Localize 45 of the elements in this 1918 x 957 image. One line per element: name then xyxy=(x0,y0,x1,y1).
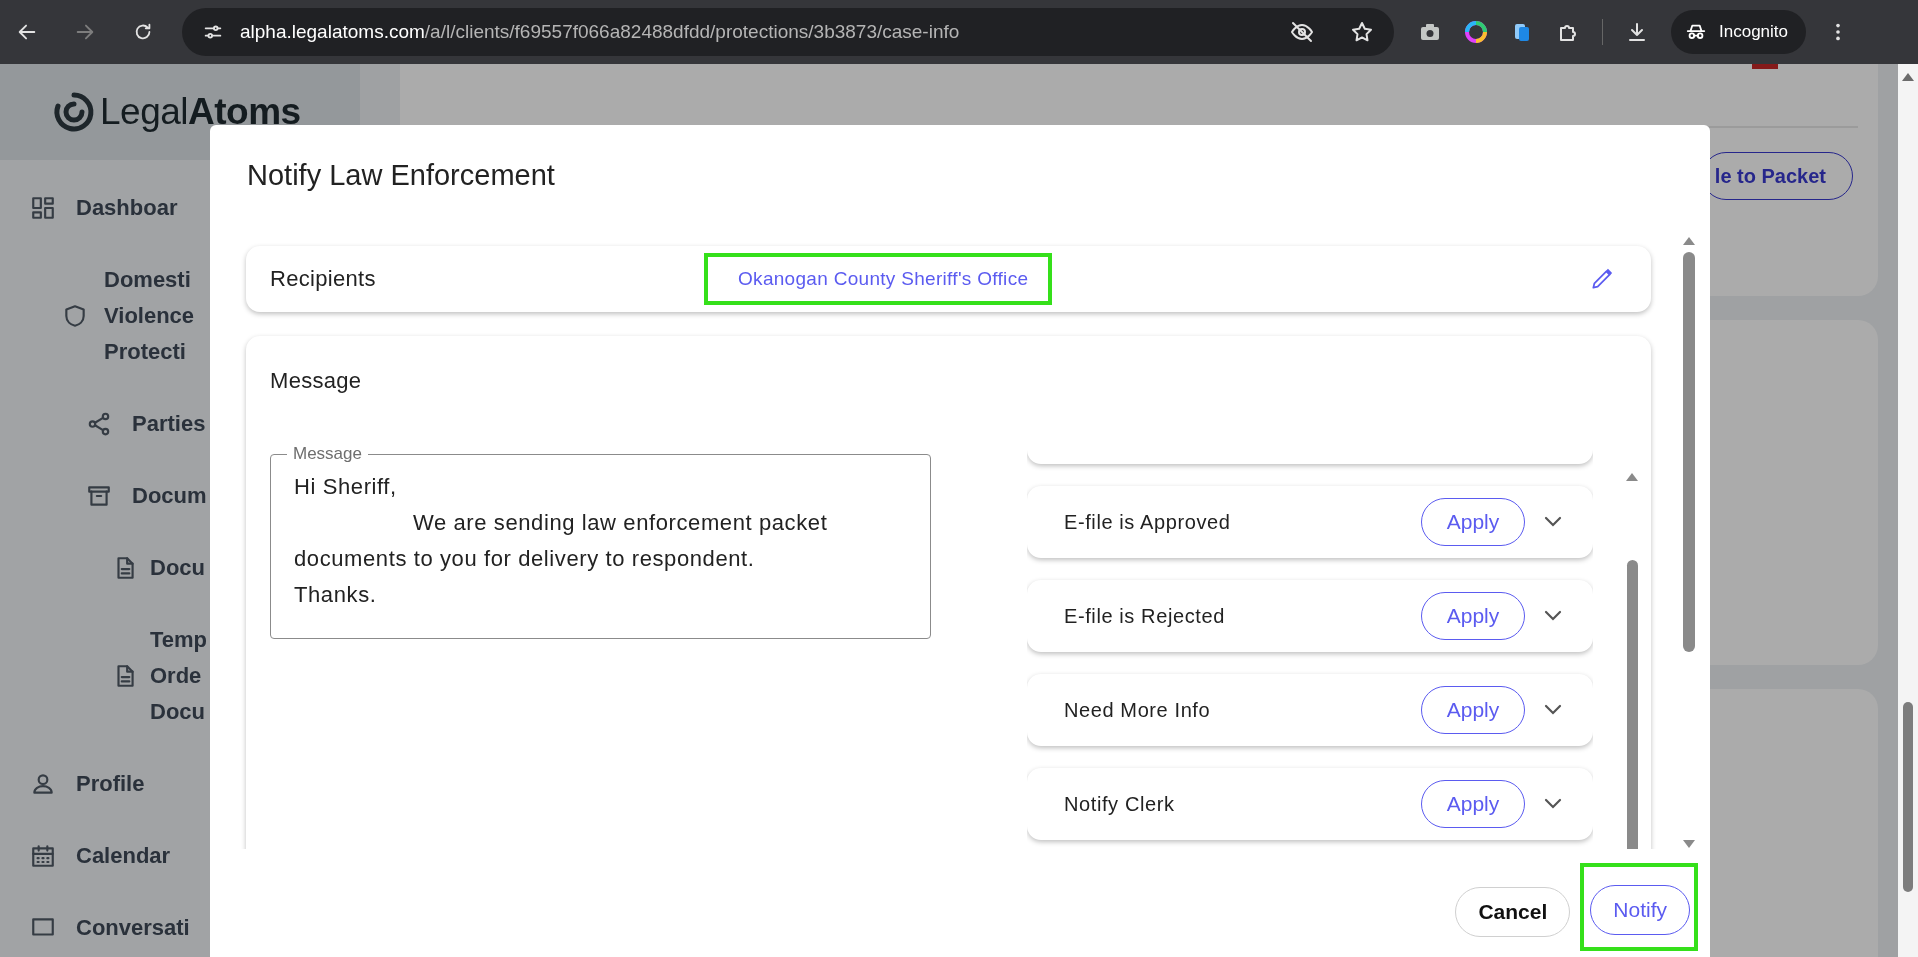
logo-text: LegalAtoms xyxy=(100,91,301,133)
color-ring-icon[interactable] xyxy=(1464,20,1488,44)
chevron-down-icon[interactable] xyxy=(1543,609,1563,623)
scroll-up-icon xyxy=(1682,236,1696,246)
address-bar[interactable]: alpha.legalatoms.com/a/l/clients/f69557f066a82488dfdd/protections/3b3873/case-info xyxy=(182,8,1394,56)
dialog-title: Notify Law Enforcement xyxy=(246,158,556,193)
notify-button[interactable]: Notify xyxy=(1590,885,1690,935)
template-name: Notify Clerk xyxy=(1064,792,1175,816)
recipient-link[interactable]: Okanogan County Sheriff's Office xyxy=(738,268,1029,290)
template-name: E-file is Approved xyxy=(1064,510,1231,534)
chevron-down-icon[interactable] xyxy=(1543,515,1563,529)
nav-link[interactable]: Dashboar xyxy=(0,190,360,262)
archive-icon xyxy=(86,483,112,509)
recipients-label: Recipients xyxy=(270,266,377,292)
scrollbar-thumb[interactable] xyxy=(1903,702,1913,892)
scrollbar[interactable] xyxy=(1681,236,1697,849)
eye-off-icon[interactable] xyxy=(1290,20,1314,44)
scrollbar-thumb[interactable] xyxy=(1683,252,1695,652)
template-name: E-file is Rejected xyxy=(1064,604,1225,628)
cancel-button[interactable]: Cancel xyxy=(1455,887,1571,937)
nav-link[interactable]: Profile xyxy=(0,766,360,838)
section-heading: Message xyxy=(270,367,363,395)
apply-button[interactable]: Apply xyxy=(1421,686,1525,734)
nav-link[interactable]: Calendar xyxy=(0,838,360,910)
apply-button[interactable]: Apply xyxy=(1421,592,1525,640)
scroll-up-icon xyxy=(1625,472,1639,482)
apply-button[interactable]: Apply xyxy=(1421,780,1525,828)
scroll-up-icon xyxy=(1901,72,1915,82)
grid-icon xyxy=(30,195,56,221)
calendar-icon xyxy=(30,843,56,869)
logo-icon xyxy=(52,90,96,134)
star-icon[interactable] xyxy=(1350,20,1374,44)
scroll-down-icon xyxy=(1682,839,1696,849)
apply-button[interactable]: Apply xyxy=(1421,498,1525,546)
shield-icon xyxy=(62,303,88,329)
scrollbar-thumb[interactable] xyxy=(1626,560,1638,849)
scrollbar[interactable] xyxy=(1898,64,1918,957)
template-name: Need More Info xyxy=(1064,698,1211,722)
pencil-icon[interactable] xyxy=(1589,266,1615,292)
chevron-down-icon[interactable] xyxy=(1543,703,1563,717)
chevron-down-icon[interactable] xyxy=(1543,797,1563,811)
profile-chip[interactable]: Incognito xyxy=(1671,10,1806,54)
person-icon xyxy=(30,771,56,797)
share-icon xyxy=(86,411,112,437)
nav-link[interactable]: Conversati xyxy=(0,910,360,957)
